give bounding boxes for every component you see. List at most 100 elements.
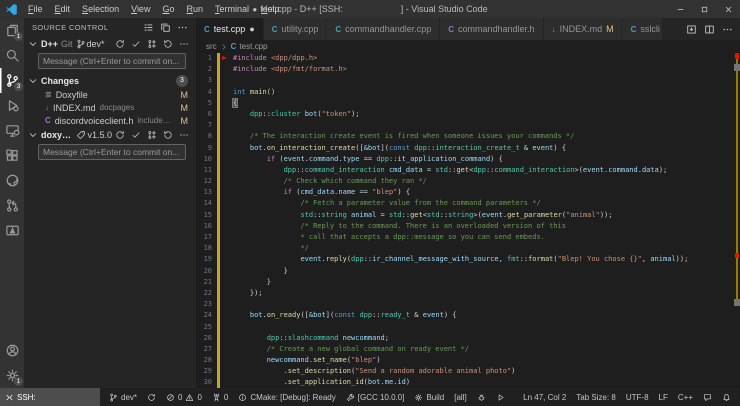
menu-file[interactable]: File [22,4,49,14]
sync-icon[interactable] [115,130,125,140]
line-number: 10 [196,154,212,165]
git-modified-gutter [217,75,220,86]
chevron-right-icon [220,43,228,51]
tab-commandhandler-h[interactable]: Ccommandhandler.h [440,18,543,40]
status-sync[interactable] [142,388,161,406]
commit-message-input-2[interactable] [38,144,186,160]
repo-branch: dev* [76,39,105,49]
menu-edit[interactable]: Edit [49,4,77,14]
status-cmake-build[interactable]: Build [409,388,449,406]
status-encoding[interactable]: UTF-8 [621,388,654,406]
git-modified-gutter [217,288,220,299]
repo-row-doxygen[interactable]: doxyg... v1.5.0 [24,127,196,142]
menu-selection[interactable]: Selection [76,4,125,14]
status-cmake-run[interactable] [491,388,510,406]
code-line-5: 5{ [196,98,740,109]
check-icon[interactable] [131,130,141,140]
play-icon [496,393,505,402]
status-indentation[interactable]: Tab Size: 8 [571,388,621,406]
code-line-3: 3 [196,75,740,86]
split-editor-icon[interactable] [704,24,715,35]
more-icon[interactable] [179,130,189,140]
status-language-mode[interactable]: C++ [673,388,698,406]
breadcrumb-file[interactable]: test.cpp [239,42,267,51]
breadcrumb[interactable]: src C test.cpp [196,40,740,53]
status-cmake-kit[interactable]: [GCC 10.0.0] [341,388,410,406]
sync-icon[interactable] [115,39,125,49]
line-number: 2 [196,64,212,75]
status-ports[interactable]: 0 [207,388,233,406]
status-cursor-position[interactable]: Ln 47, Col 2 [518,388,571,406]
activity-remote-window[interactable] [0,218,24,243]
maximize-button[interactable] [692,0,716,18]
refresh-icon[interactable] [163,130,173,140]
activity-source-control[interactable]: 3 [0,68,24,93]
more-actions-icon[interactable] [177,22,188,33]
activity-bar-top: 13 [0,18,24,243]
tab-commandhandler-cpp[interactable]: Ccommandhandler.cpp [327,18,440,40]
activity-github[interactable] [0,168,24,193]
badge: 3 [14,82,23,91]
status-cmake-debug[interactable] [472,388,491,406]
code-line-30: 30 .set_application_id(bot.me.id) [196,377,740,388]
check-icon[interactable] [131,39,141,49]
graph-plus-icon[interactable] [147,39,157,49]
activity-run-debug[interactable] [0,93,24,118]
tab-sslcli[interactable]: Csslcli [623,18,663,40]
menu-terminal[interactable]: Terminal [209,4,255,14]
open-changes-icon[interactable] [686,24,697,35]
status-text: C++ [678,393,693,402]
activity-accounts[interactable] [0,338,24,363]
menu-go[interactable]: Go [156,4,180,14]
status-text: Tab Size: 8 [576,393,616,402]
activity-remote-explorer[interactable] [0,118,24,143]
more-actions-icon[interactable] [722,24,733,35]
git-modified-gutter [217,266,220,277]
activity-explorer[interactable]: 1 [0,18,24,43]
changed-file-discordvoiceclient.h[interactable]: Cdiscordvoiceclient.hinclude/d...M [24,114,196,127]
activity-pull-request[interactable] [0,193,24,218]
status-remote[interactable]: SSH: [0,388,100,406]
line-number: 17 [196,232,212,243]
status-feedback[interactable] [698,388,717,406]
status-eol[interactable]: LF [654,388,673,406]
menu-run[interactable]: Run [180,4,209,14]
dirty-indicator[interactable]: ● [249,25,254,34]
minimize-button[interactable] [668,0,692,18]
breadcrumb-folder[interactable]: src [206,42,217,51]
status-notifications[interactable] [717,388,736,406]
code-line-13: 13 if (cmd_data.name == "blep") { [196,187,740,198]
status-cmake-target[interactable]: [all] [449,388,471,406]
code-editor[interactable]: 1#include <dpp/dpp.h>2#include <dpp/fmt/… [196,53,740,388]
activity-settings[interactable]: 1 [0,363,24,388]
commit-message-input-1[interactable] [38,53,186,69]
line-number: 4 [196,87,212,98]
changes-section-row[interactable]: Changes 3 [24,74,196,88]
code-line-25: 25 [196,322,740,333]
chevron-down-icon [28,39,38,49]
close-button[interactable] [716,0,740,18]
repo-row-dpp[interactable]: D++ Git dev* [24,36,196,51]
view-as-tree-icon[interactable] [143,22,154,33]
status-problems[interactable]: 00 [161,388,207,406]
tab-utility-cpp[interactable]: Cutility.cpp [264,18,328,40]
changed-file-doxyfile[interactable]: ≣DoxyfileM [24,88,196,101]
tab-label: utility.cpp [282,24,319,34]
activity-extensions[interactable] [0,143,24,168]
title-bar: FileEditSelectionViewGoRunTerminalHelp ●… [0,0,740,18]
graph-plus-icon[interactable] [147,130,157,140]
status-branch[interactable]: dev* [104,388,142,406]
menu-view[interactable]: View [125,4,156,14]
repositories-icon[interactable] [160,22,171,33]
tab-test-cpp[interactable]: Ctest.cpp● [196,18,264,40]
status-cmake-status[interactable]: CMake: [Debug]: Ready [233,388,340,406]
activity-search[interactable] [0,43,24,68]
tab-index-md[interactable]: ↓INDEX.mdM [544,18,623,40]
remote-explorer-icon [5,123,20,138]
more-icon[interactable] [179,39,189,49]
red-arrow-marker [222,56,227,60]
refresh-icon[interactable] [163,39,173,49]
line-number: 27 [196,344,212,355]
changed-file-index.md[interactable]: ↓INDEX.mddocpagesM [24,101,196,114]
code-line-21: 21 } [196,277,740,288]
